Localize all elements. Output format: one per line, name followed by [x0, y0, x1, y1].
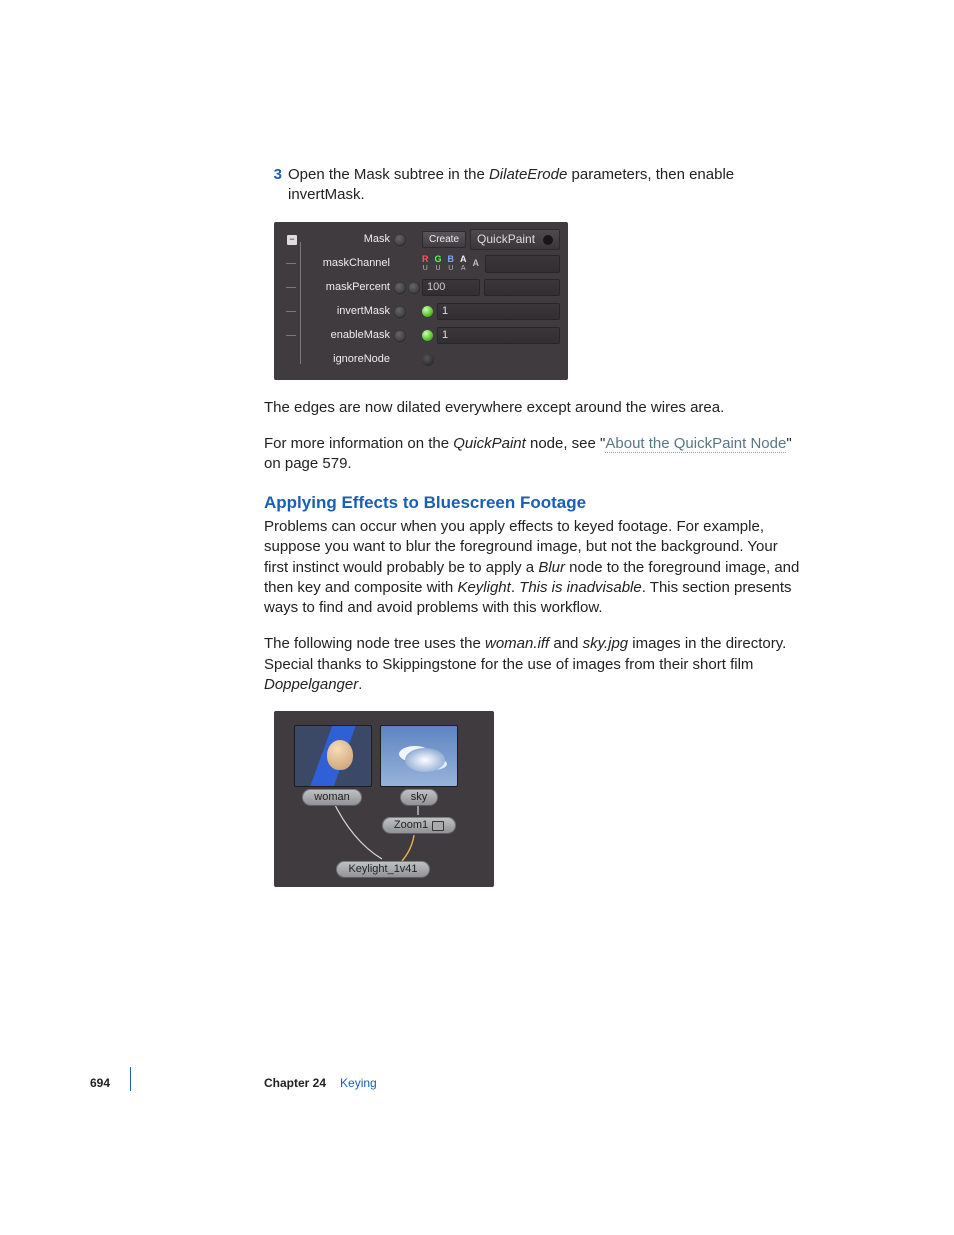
step-text-i: DilateErode [489, 166, 567, 183]
p4d: . [358, 676, 362, 693]
p2a: For more information on the [264, 435, 453, 452]
quickpaint-label: QuickPaint [477, 231, 535, 247]
label-mask-percent: maskPercent [302, 280, 394, 295]
row-ignore-node: ignoreNode [282, 348, 560, 372]
p3i2: Keylight [457, 579, 510, 596]
page-footer: 694 Chapter 24 Keying [90, 1076, 377, 1090]
content: 3 Open the Mask subtree in the DilateEro… [264, 165, 804, 887]
p3i3: This is inadvisable [519, 579, 642, 596]
port-icon [432, 821, 444, 831]
step-3: 3 Open the Mask subtree in the DilateEro… [264, 165, 804, 206]
p4i1: woman.iff [485, 635, 549, 652]
quickpaint-link[interactable]: About the QuickPaint Node [605, 435, 786, 453]
channel-a[interactable]: AA [460, 255, 467, 273]
thumbnail-woman[interactable] [294, 725, 372, 787]
tree-collapse-toggle[interactable]: − [282, 235, 302, 245]
node-zoom1-label: Zoom1 [394, 817, 428, 834]
channel-r[interactable]: RU [422, 255, 429, 273]
invert-mask-toggle[interactable] [422, 306, 433, 317]
para-edges: The edges are now dilated everywhere exc… [264, 398, 804, 418]
mask-knob[interactable] [394, 234, 422, 246]
chapter-name: Keying [340, 1076, 377, 1090]
channel-a2[interactable]: A [473, 259, 480, 268]
mask-percent-knob[interactable] [394, 282, 422, 294]
node-tree-panel: woman sky Zoom1 Keylight_1v41 [274, 711, 494, 887]
enable-mask-knob[interactable] [394, 330, 422, 342]
ignore-node-toggle[interactable] [422, 354, 434, 366]
step-text: Open the Mask subtree in the DilateErode… [288, 165, 804, 206]
node-zoom1[interactable]: Zoom1 [382, 817, 456, 834]
p3i1: Blur [538, 559, 565, 576]
label-mask-channel: maskChannel [302, 256, 394, 271]
p2b: node, see " [526, 435, 606, 452]
node-sky[interactable]: sky [400, 789, 438, 806]
thumbnail-sky[interactable] [380, 725, 458, 787]
para-more-info: For more information on the QuickPaint n… [264, 434, 804, 475]
p3c: . [511, 579, 519, 596]
invert-mask-value[interactable]: 1 [437, 303, 560, 320]
chapter-label: Chapter 24 [264, 1076, 326, 1090]
tree-guide [300, 242, 301, 364]
row-enable-mask: enableMask 1 [282, 324, 560, 348]
para-following: The following node tree uses the woman.i… [264, 634, 804, 695]
p4i3: Doppelganger [264, 676, 358, 693]
p4b: and [549, 635, 582, 652]
section-heading: Applying Effects to Bluescreen Footage [264, 492, 804, 515]
label-enable-mask: enableMask [302, 328, 394, 343]
p4a: The following node tree uses the [264, 635, 485, 652]
channel-g[interactable]: GU [435, 255, 442, 273]
label-invert-mask: invertMask [302, 304, 394, 319]
invert-mask-knob[interactable] [394, 306, 422, 318]
step-text-a: Open the Mask subtree in the [288, 166, 489, 183]
quickpaint-radio-icon [543, 235, 553, 245]
node-woman[interactable]: woman [302, 789, 362, 806]
page-number: 694 [90, 1076, 130, 1090]
p2i: QuickPaint [453, 435, 526, 452]
mask-channel-buttons[interactable]: RU GU BU AA A [422, 255, 560, 273]
quickpaint-dropdown[interactable]: QuickPaint [470, 229, 560, 249]
enable-mask-toggle[interactable] [422, 330, 433, 341]
mask-parameters-panel: − Mask Create QuickPaint maskChannel RU [274, 222, 568, 380]
row-mask-channel: maskChannel RU GU BU AA A [282, 252, 560, 276]
channel-slot [485, 255, 560, 273]
channel-b[interactable]: BU [448, 255, 455, 273]
mask-percent-input[interactable]: 100 [422, 279, 480, 296]
row-mask: − Mask Create QuickPaint [282, 228, 560, 252]
node-keylight[interactable]: Keylight_1v41 [336, 861, 430, 878]
step-number: 3 [264, 165, 282, 185]
p4i2: sky.jpg [583, 635, 629, 652]
page: 3 Open the Mask subtree in the DilateEro… [0, 0, 954, 1235]
para-problems: Problems can occur when you apply effect… [264, 517, 804, 618]
create-button[interactable]: Create [422, 231, 466, 249]
row-mask-percent: maskPercent 100 [282, 276, 560, 300]
label-mask: Mask [302, 232, 394, 247]
label-ignore-node: ignoreNode [302, 352, 394, 367]
enable-mask-value[interactable]: 1 [437, 327, 560, 344]
mask-percent-slider[interactable] [484, 279, 560, 296]
row-invert-mask: invertMask 1 [282, 300, 560, 324]
